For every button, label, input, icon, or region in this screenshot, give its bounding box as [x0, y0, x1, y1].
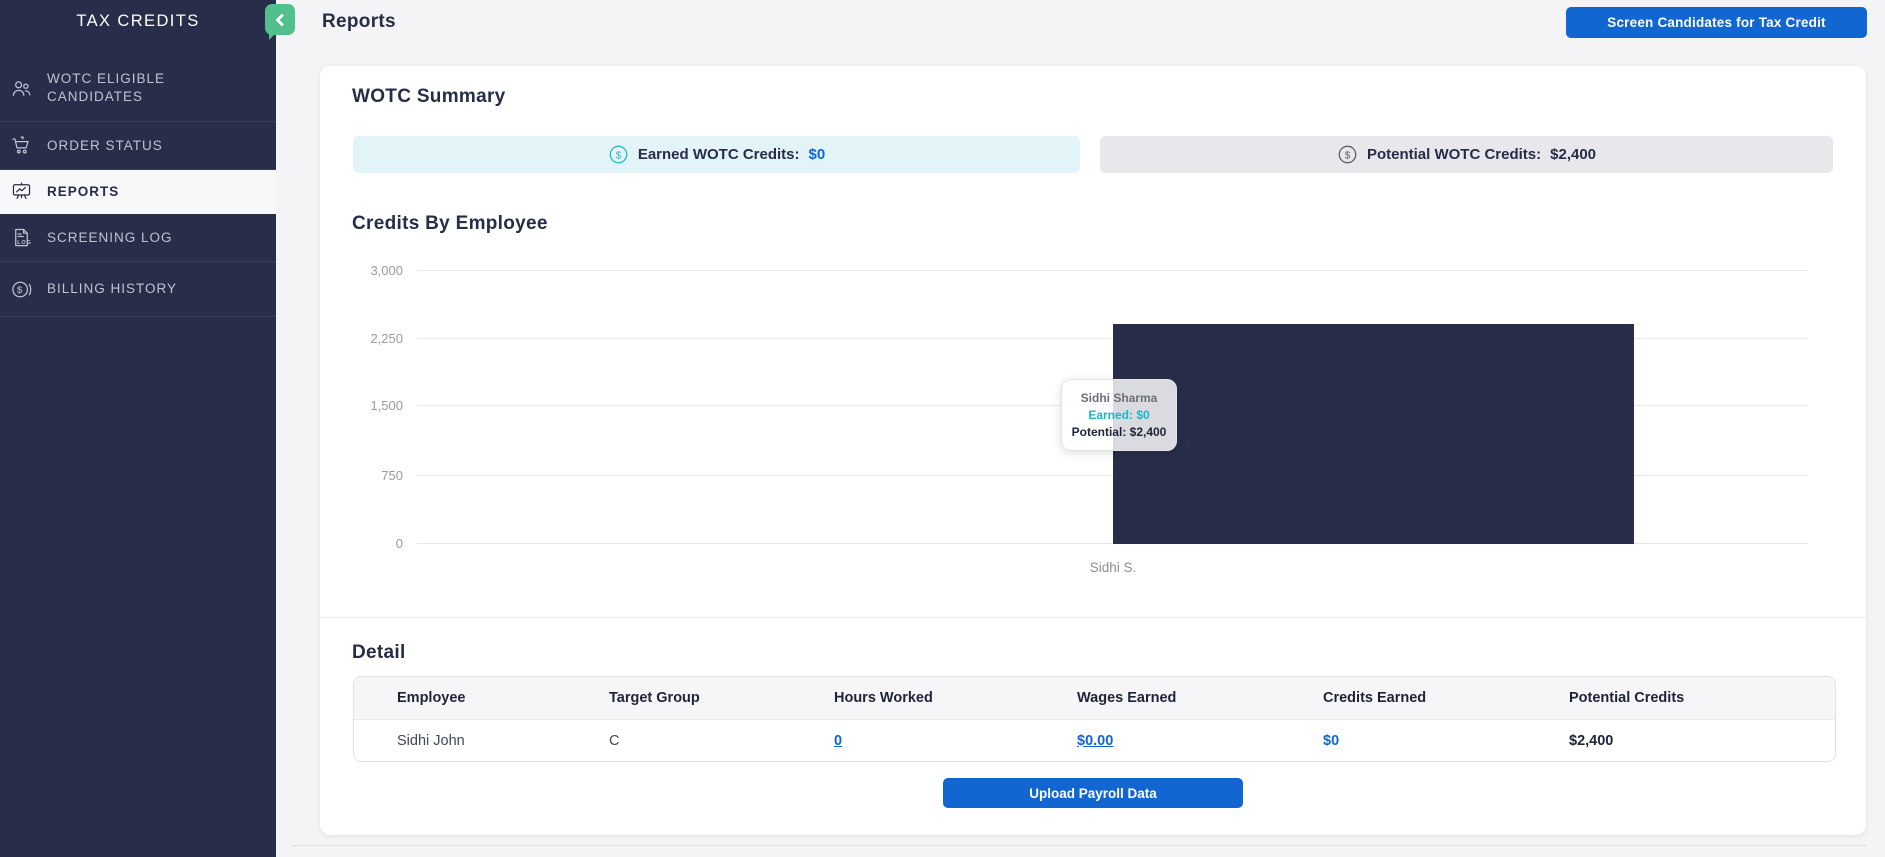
column-header-credits-earned: Credits Earned: [1323, 690, 1427, 706]
sidebar-item-label: SCREENING LOG: [47, 229, 173, 245]
gridline: [417, 270, 1808, 271]
potential-credits-pill: $ Potential WOTC Credits: $2,400: [1100, 136, 1833, 173]
hours-worked-link[interactable]: 0: [834, 733, 842, 749]
svg-text:LOG: LOG: [17, 240, 32, 246]
potential-credits-label: Potential WOTC Credits:: [1366, 146, 1542, 163]
svg-text:$: $: [616, 150, 622, 161]
cell-credits-earned-link: $0: [1323, 733, 1569, 749]
tooltip-employee-name: Sidhi Sharma: [1080, 391, 1158, 405]
earned-credits-value: $0: [808, 146, 826, 163]
page-title: Reports: [322, 11, 396, 32]
chart-tooltip: Sidhi Sharma Earned: $0 Potential: $2,40…: [1061, 379, 1177, 451]
dollar-circle-icon: $: [608, 144, 629, 165]
x-axis-label: Sidhi S.: [1089, 560, 1137, 575]
table-header-row: Employee Target Group Hours Worked Wages…: [354, 677, 1835, 719]
wotc-summary-heading: WOTC Summary: [352, 86, 506, 107]
tax-credits-page: TAX CREDITS WOTC ELIGIBLE CANDIDATES ORD…: [0, 0, 1885, 857]
bottom-divider: [293, 845, 1866, 846]
table-row: Sidhi John C 0 $0.00 $0 $2,400: [354, 719, 1835, 761]
sidebar-item-reports[interactable]: REPORTS: [0, 170, 276, 214]
column-header-hours-worked: Hours Worked: [834, 690, 933, 706]
dollar-circle-icon: $: [1337, 144, 1358, 165]
cell-target-group: C: [609, 732, 620, 749]
cell-potential-credits: $2,400: [1569, 732, 1614, 749]
upload-payroll-data-button[interactable]: Upload Payroll Data: [943, 778, 1243, 808]
y-axis-tick: 0: [395, 536, 403, 551]
detail-heading: Detail: [352, 642, 406, 663]
tooltip-potential: Potential: $2,400: [1071, 425, 1167, 439]
cell-hours-worked-link: 0: [834, 733, 1077, 749]
log-document-icon: LOG: [8, 226, 34, 249]
wotc-summary-card: WOTC Summary $ Earned WOTC Credits: $0 $…: [320, 66, 1866, 835]
svg-text:$: $: [1345, 150, 1351, 161]
column-header-employee: Employee: [397, 690, 466, 706]
sidebar: TAX CREDITS WOTC ELIGIBLE CANDIDATES ORD…: [0, 0, 276, 857]
y-axis-tick: 1,500: [370, 398, 403, 413]
earned-credits-label: Earned WOTC Credits:: [637, 146, 800, 163]
sidebar-item-screening-log[interactable]: LOG SCREENING LOG: [0, 214, 276, 262]
cell-employee: Sidhi John: [397, 732, 465, 749]
y-axis-tick: 750: [381, 468, 403, 483]
potential-credits-bar[interactable]: [1113, 324, 1634, 544]
sidebar-item-label: ORDER STATUS: [47, 137, 163, 153]
section-divider: [320, 617, 1866, 618]
sidebar-collapse-button[interactable]: [265, 4, 295, 35]
sidebar-item-order-status[interactable]: ORDER STATUS: [0, 122, 276, 170]
detail-table: Employee Target Group Hours Worked Wages…: [353, 676, 1836, 762]
sidebar-item-wotc-eligible-candidates[interactable]: WOTC ELIGIBLE CANDIDATES: [0, 55, 276, 122]
cart-icon: [8, 134, 34, 157]
sidebar-item-label: REPORTS: [47, 183, 120, 199]
credits-earned-link[interactable]: $0: [1323, 733, 1339, 749]
users-icon: [8, 77, 34, 100]
potential-credits-value: $2,400: [1550, 146, 1597, 163]
wages-earned-link[interactable]: $0.00: [1077, 733, 1113, 749]
sidebar-item-label: BILLING HISTORY: [47, 281, 178, 296]
chevron-left-icon: [270, 10, 290, 30]
column-header-target-group: Target Group: [609, 690, 700, 706]
screen-candidates-button[interactable]: Screen Candidates for Tax Credit: [1566, 7, 1867, 38]
sidebar-title: TAX CREDITS: [0, 0, 276, 55]
svg-text:$: $: [17, 284, 23, 295]
tooltip-earned: Earned: $0: [1088, 408, 1150, 422]
sidebar-item-label: WOTC ELIGIBLE CANDIDATES: [47, 71, 166, 104]
dollar-coin-icon: $: [8, 278, 34, 301]
y-axis-tick: 2,250: [370, 331, 403, 346]
sidebar-title-text: TAX CREDITS: [76, 12, 200, 30]
sidebar-item-billing-history[interactable]: $ BILLING HISTORY: [0, 262, 276, 317]
y-axis-tick: 3,000: [370, 263, 403, 278]
column-header-potential-credits: Potential Credits: [1569, 690, 1685, 706]
earned-credits-pill: $ Earned WOTC Credits: $0: [353, 136, 1080, 173]
column-header-wages-earned: Wages Earned: [1077, 690, 1177, 706]
chart-heading: Credits By Employee: [352, 213, 548, 234]
cell-wages-earned-link: $0.00: [1077, 733, 1323, 749]
chart-board-icon: [8, 180, 34, 203]
